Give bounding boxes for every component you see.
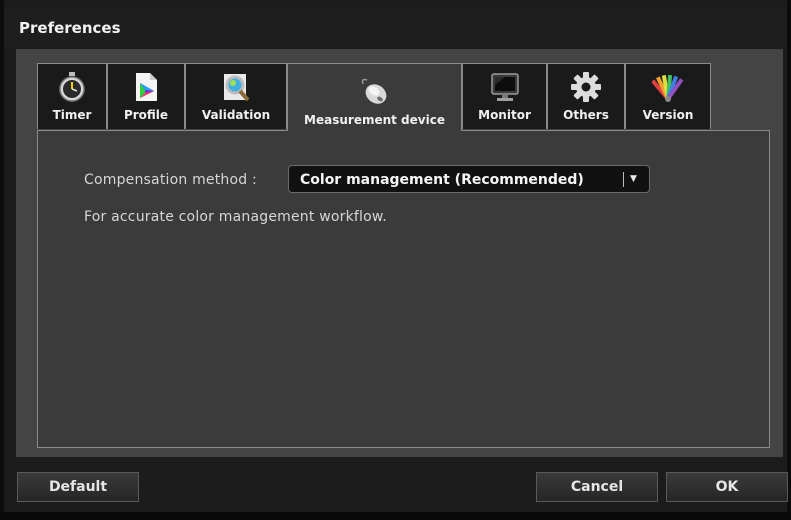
cancel-button[interactable]: Cancel <box>536 472 658 502</box>
tab-others-label: Others <box>563 108 609 122</box>
ok-button[interactable]: OK <box>666 472 788 502</box>
chevron-down-icon: ▼ <box>630 174 637 184</box>
tab-profile-label: Profile <box>123 108 169 122</box>
stopwatch-icon <box>56 71 88 103</box>
dropdown-separator <box>623 172 624 187</box>
window-title: Preferences <box>19 19 121 37</box>
color-profile-icon <box>130 71 162 103</box>
measurement-device-icon <box>359 76 391 108</box>
gear-icon <box>570 71 602 103</box>
tab-version-label: Version <box>642 108 694 122</box>
compensation-method-label: Compensation method : <box>84 172 257 188</box>
tab-validation[interactable]: Validation <box>185 63 287 129</box>
window-bottom-edge <box>0 512 791 520</box>
measurement-device-panel: Compensation method : Color management (… <box>37 130 770 448</box>
tab-others[interactable]: Others <box>547 63 625 129</box>
color-fan-icon <box>652 71 684 103</box>
tab-measurement-device-label: Measurement device <box>304 113 445 127</box>
tab-validation-label: Validation <box>201 108 271 122</box>
compensation-method-dropdown[interactable]: Color management (Recommended) ▼ <box>288 165 650 193</box>
tab-monitor[interactable]: Monitor <box>462 63 547 129</box>
magnifier-icon <box>220 71 252 103</box>
tab-measurement-device[interactable]: Measurement device <box>287 63 462 131</box>
compensation-method-value: Color management (Recommended) <box>300 172 584 188</box>
tab-version[interactable]: Version <box>625 63 711 129</box>
tab-monitor-label: Monitor <box>478 108 531 122</box>
compensation-description: For accurate color management workflow. <box>84 209 387 225</box>
tab-timer[interactable]: Timer <box>37 63 107 129</box>
title-bar: Preferences <box>4 8 787 48</box>
tab-profile[interactable]: Profile <box>107 63 185 129</box>
monitor-icon <box>489 71 521 103</box>
tab-timer-label: Timer <box>52 108 92 122</box>
default-button[interactable]: Default <box>17 472 139 502</box>
